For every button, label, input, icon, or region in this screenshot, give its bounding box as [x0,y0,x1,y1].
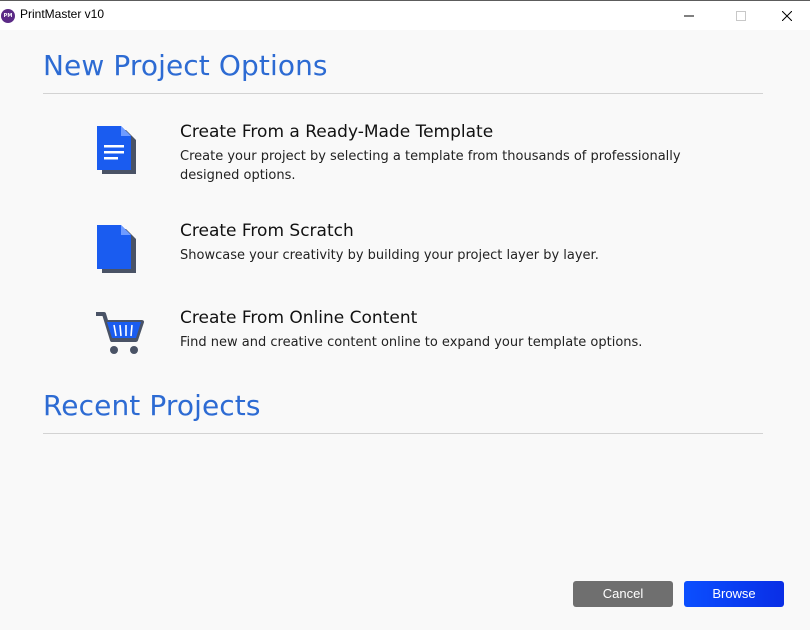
recent-projects-divider [43,433,763,434]
new-project-divider [43,93,763,94]
title-bar: PM PrintMaster v10 [0,0,810,30]
app-logo-icon: PM [1,9,15,23]
cancel-button[interactable]: Cancel [573,581,673,607]
option-template[interactable]: Create From a Ready-Made Template Create… [90,122,730,192]
option-scratch[interactable]: Create From Scratch Showcase your creati… [90,221,730,291]
maximize-icon [736,11,746,21]
document-template-icon [97,126,136,174]
option-online-description: Find new and creative content online to … [180,335,643,350]
option-scratch-description: Showcase your creativity by building you… [180,248,599,263]
close-button[interactable] [764,1,810,31]
blank-page-icon [97,225,136,273]
window-title: PrintMaster v10 [20,7,105,21]
option-online[interactable]: Create From Online Content Find new and … [90,308,730,378]
browse-button[interactable]: Browse [684,581,784,607]
minimize-icon [684,15,694,17]
minimize-button[interactable] [666,1,712,31]
option-template-title: Create From a Ready-Made Template [180,122,494,142]
shopping-cart-icon [96,312,144,354]
close-icon [782,11,792,21]
recent-projects-heading: Recent Projects [43,389,261,422]
new-project-heading: New Project Options [43,49,328,82]
option-template-description: Create your project by selecting a templ… [180,149,681,183]
option-online-title: Create From Online Content [180,308,418,328]
option-scratch-title: Create From Scratch [180,221,354,241]
maximize-button[interactable] [718,1,764,31]
